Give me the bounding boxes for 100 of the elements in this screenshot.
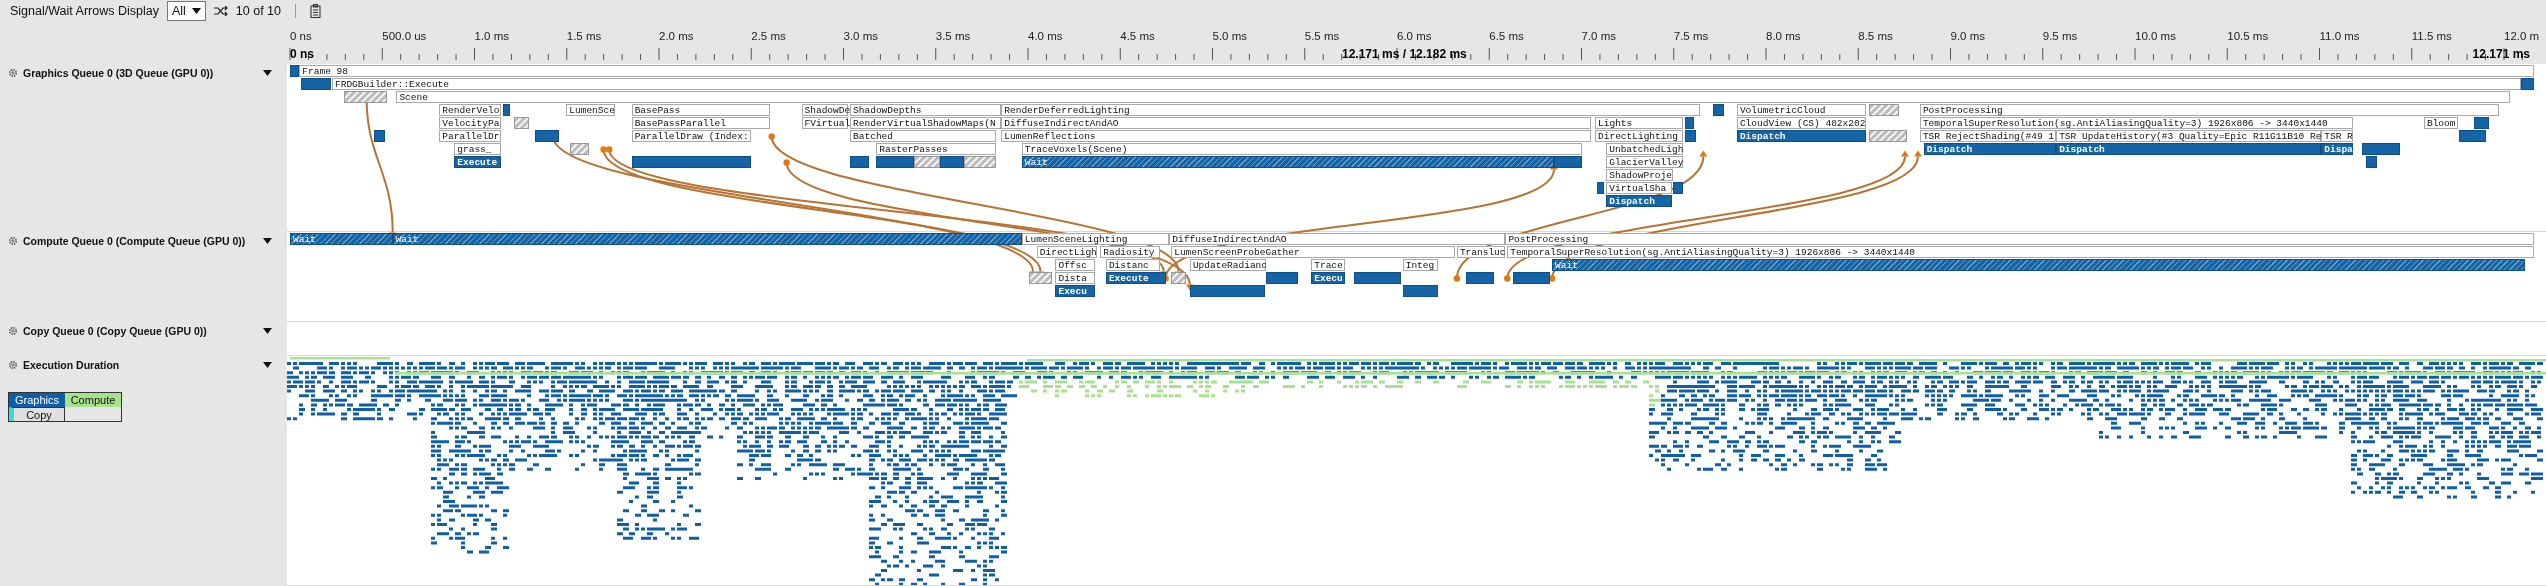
wait-event-bar[interactable]: Wait bbox=[1021, 156, 1554, 168]
shuffle-icon[interactable] bbox=[213, 6, 228, 16]
gpu-event-bar[interactable]: Dista bbox=[1055, 272, 1095, 284]
ruler-tick-label: 10.0 ms bbox=[2135, 30, 2176, 42]
gpu-event-bar[interactable]: VirtualSha bbox=[1606, 182, 1672, 194]
gpu-event-bar[interactable]: Frame 98 bbox=[299, 65, 2535, 77]
gpu-event-block[interactable] bbox=[290, 65, 300, 77]
gpu-event-bar[interactable]: Execute bbox=[1105, 272, 1166, 284]
gpu-event-bar[interactable]: Execu bbox=[1311, 272, 1345, 284]
gpu-event-block[interactable] bbox=[2474, 117, 2490, 129]
gpu-event-bar[interactable]: UpdateRadianc bbox=[1189, 259, 1267, 271]
clipboard-icon[interactable] bbox=[310, 4, 321, 18]
gpu-event-block[interactable] bbox=[913, 156, 940, 168]
gpu-event-bar[interactable]: LumenSceneLighting bbox=[1021, 233, 1170, 245]
gpu-event-bar[interactable]: ShadowProje bbox=[1606, 169, 1674, 181]
gpu-event-bar[interactable]: ShadowDe bbox=[801, 104, 849, 116]
gpu-event-bar[interactable]: BasePass bbox=[631, 104, 770, 116]
ruler-tick-label: 7.5 ms bbox=[1673, 30, 1709, 42]
gpu-event-block[interactable] bbox=[1512, 272, 1551, 284]
gpu-event-block[interactable] bbox=[2366, 156, 2378, 168]
gpu-event-block[interactable] bbox=[1466, 272, 1495, 284]
gpu-event-bar[interactable]: RenderVirtualShadowMaps(N bbox=[850, 117, 1002, 129]
gpu-event-block[interactable] bbox=[502, 104, 511, 116]
ruler-tick-label: 3.0 ms bbox=[843, 30, 878, 42]
gpu-event-bar[interactable]: DiffuseIndirectAndAO bbox=[1169, 233, 1506, 245]
gpu-event-bar[interactable]: ParallelDr bbox=[439, 130, 501, 142]
gpu-event-bar[interactable]: PostProcessing bbox=[1505, 233, 2535, 245]
caret-icon bbox=[191, 8, 201, 14]
arrows-filter-dropdown[interactable]: All bbox=[166, 1, 206, 21]
gpu-event-bar[interactable]: LumenScreenProbeGather bbox=[1171, 246, 1455, 258]
gpu-event-bar[interactable]: BasePassParallel bbox=[631, 117, 770, 129]
gpu-event-block[interactable] bbox=[1596, 182, 1605, 194]
expand-caret-icon[interactable] bbox=[263, 327, 272, 336]
gpu-event-bar[interactable]: Lights bbox=[1595, 117, 1683, 129]
gpu-event-block[interactable] bbox=[374, 130, 386, 142]
gpu-event-bar[interactable]: TSR UpdateHistory(#3 Quality=Epic R11G11B10 Re bbox=[2056, 130, 2322, 142]
gpu-event-bar[interactable]: GlacierValley bbox=[1606, 156, 1683, 168]
gpu-event-bar[interactable]: Scene bbox=[396, 91, 2510, 103]
gpu-event-bar[interactable]: PostProcessing bbox=[1919, 104, 2499, 116]
gear-icon[interactable] bbox=[8, 68, 18, 78]
gpu-event-bar[interactable]: Integ bbox=[1402, 259, 1439, 271]
gpu-event-bar[interactable]: Execu bbox=[1055, 285, 1095, 297]
gpu-event-bar[interactable]: Bloom bbox=[2423, 117, 2458, 129]
wait-event-bar[interactable]: Wait bbox=[290, 233, 393, 245]
gpu-event-block[interactable] bbox=[301, 78, 332, 90]
ruler-tick-label: 1.5 ms bbox=[566, 30, 602, 42]
gpu-event-bar[interactable]: grass_ bbox=[454, 143, 501, 155]
gpu-event-bar[interactable]: TemporalSuperResolution(sg.AntiAliasingQuality=3) 1926x806 -> 3440x1440 bbox=[1507, 246, 2535, 258]
gpu-event-bar[interactable]: DirectLighting bbox=[1595, 130, 1683, 142]
arrows-display-label: Signal/Wait Arrows Display bbox=[10, 4, 159, 18]
gpu-event-bar[interactable]: ShadowDepths bbox=[850, 104, 1002, 116]
ruler-tick-label: 11.5 ms bbox=[2411, 30, 2452, 42]
gpu-event-bar[interactable]: FVirtual bbox=[801, 117, 849, 129]
gpu-event-bar[interactable]: CloudView (CS) 482x202 bbox=[1736, 117, 1866, 129]
ruler-tick-label: 4.0 ms bbox=[1028, 30, 1063, 42]
gpu-event-bar[interactable]: Radiosity bbox=[1100, 246, 1160, 258]
gpu-event-bar[interactable]: Dispatch bbox=[1736, 130, 1866, 142]
gpu-event-bar[interactable]: RasterPasses bbox=[876, 143, 996, 155]
gpu-event-block[interactable] bbox=[1266, 272, 1299, 284]
gpu-event-bar[interactable]: ParallelDraw (Index: bbox=[631, 130, 752, 142]
gpu-event-bar[interactable]: FRDGBuilder::Execute bbox=[332, 78, 2522, 90]
gpu-event-bar[interactable]: RenderDeferredLighting bbox=[1001, 104, 1700, 116]
gpu-event-block[interactable] bbox=[1402, 285, 1439, 297]
gpu-event-bar[interactable]: Execute bbox=[454, 156, 501, 168]
gpu-event-bar[interactable]: Batched bbox=[850, 130, 996, 142]
gpu-event-bar[interactable]: Dispatch bbox=[2056, 143, 2322, 155]
expand-caret-icon[interactable] bbox=[263, 237, 272, 246]
gpu-event-bar[interactable]: LumenSce bbox=[566, 104, 615, 116]
gpu-event-bar[interactable]: Trace bbox=[1311, 259, 1345, 271]
gpu-event-block[interactable] bbox=[1684, 130, 1696, 142]
gpu-event-block[interactable] bbox=[1712, 104, 1724, 116]
gear-icon[interactable] bbox=[8, 360, 18, 370]
gpu-event-bar[interactable]: Dispatch bbox=[1606, 195, 1672, 207]
expand-caret-icon[interactable] bbox=[263, 361, 272, 370]
wait-event-bar[interactable]: Wait bbox=[392, 233, 1022, 245]
gpu-event-bar[interactable]: VelocityPa bbox=[439, 117, 501, 129]
gpu-event-bar[interactable]: TSR R bbox=[2321, 130, 2353, 142]
gpu-event-bar[interactable]: UnbatchedLigh bbox=[1606, 143, 1683, 155]
gpu-event-bar[interactable]: TSR RejectShading(#49 1 bbox=[1919, 130, 2057, 142]
ruler-tick-label: 3.5 ms bbox=[935, 30, 971, 42]
gpu-event-bar[interactable]: Dispatch bbox=[1923, 143, 2057, 155]
gpu-event-bar[interactable]: DiffuseIndirectAndAO bbox=[1001, 117, 1592, 129]
gpu-event-bar[interactable]: VolumetricCloud bbox=[1736, 104, 1866, 116]
gpu-event-block[interactable] bbox=[2521, 78, 2535, 90]
gpu-event-bar[interactable]: RenderVelo bbox=[439, 104, 501, 116]
gpu-event-bar[interactable]: Distanc bbox=[1105, 259, 1160, 271]
gpu-event-bar[interactable]: LumenReflections bbox=[1001, 130, 1592, 142]
wait-event-bar[interactable]: Wait bbox=[1552, 259, 2525, 271]
gpu-event-bar[interactable]: Transluc bbox=[1456, 246, 1506, 258]
gpu-event-bar[interactable]: Offsc bbox=[1055, 259, 1095, 271]
gpu-event-bar[interactable]: TraceVoxels(Scene) bbox=[1021, 143, 1582, 155]
gpu-event-block[interactable] bbox=[1684, 117, 1694, 129]
gpu-event-block[interactable] bbox=[534, 130, 559, 142]
gear-icon[interactable] bbox=[8, 326, 18, 336]
ruler-tick-label: 9.0 ms bbox=[1950, 30, 1985, 42]
gpu-event-bar[interactable]: TemporalSuperResolution(sg.AntiAliasingQuality=3) 1926x806 -> 3440x1440 bbox=[1919, 117, 2354, 129]
gpu-event-bar[interactable]: DirectLigh bbox=[1036, 246, 1097, 258]
gear-icon[interactable] bbox=[8, 236, 18, 246]
expand-caret-icon[interactable] bbox=[263, 69, 272, 78]
gpu-event-bar[interactable]: Dispa bbox=[2321, 143, 2353, 155]
